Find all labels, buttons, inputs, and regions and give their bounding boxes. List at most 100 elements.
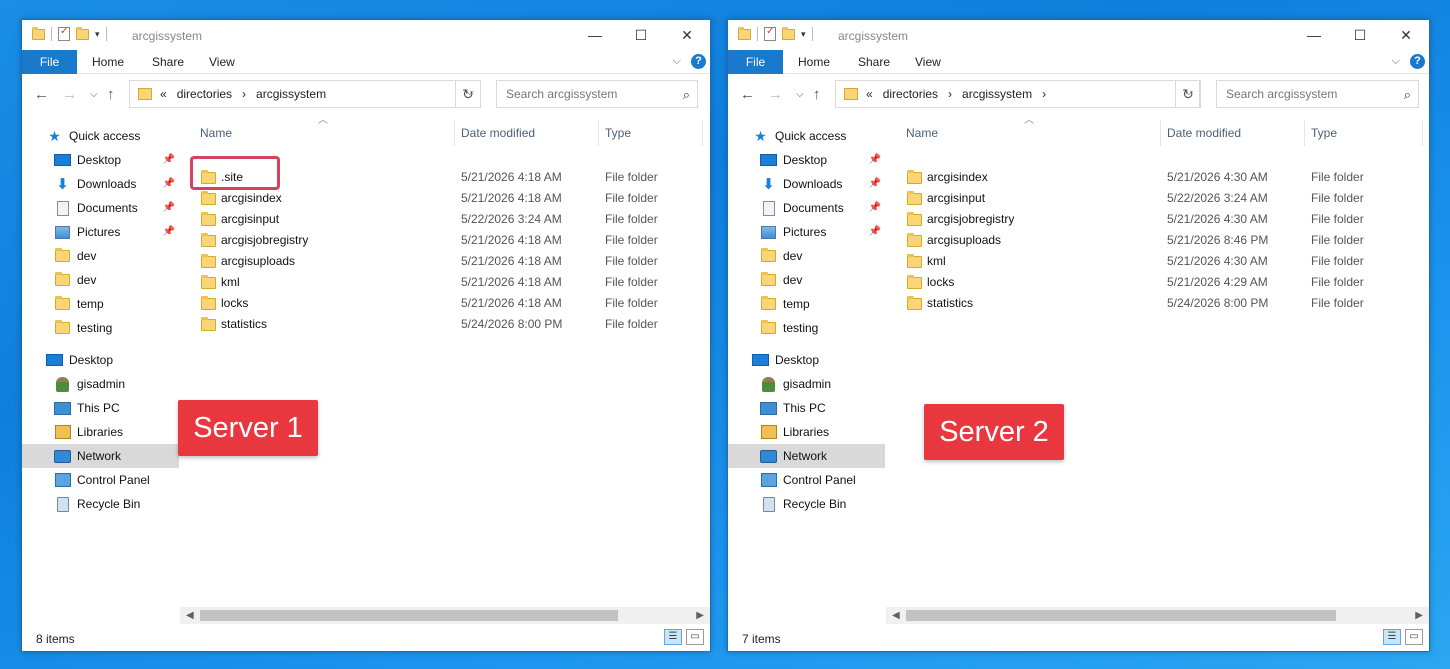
sidebar-item-quick-access[interactable]: ★ Quick access bbox=[22, 124, 179, 148]
sidebar-item-gisadmin[interactable]: gisadmin bbox=[728, 372, 885, 396]
details-view-icon[interactable]: ☰ bbox=[664, 629, 682, 645]
new-folder-icon[interactable] bbox=[76, 26, 89, 40]
large-icons-view-icon[interactable]: ▭ bbox=[1405, 629, 1423, 645]
sidebar-item-gisadmin[interactable]: gisadmin bbox=[22, 372, 179, 396]
sidebar-item-libraries[interactable]: Libraries bbox=[728, 420, 885, 444]
table-row[interactable]: locks 5/21/2026 4:18 AM File folder bbox=[198, 293, 698, 314]
recent-locations-chevron-icon[interactable]: ⌵ bbox=[90, 89, 98, 100]
forward-arrow-icon[interactable]: → bbox=[62, 86, 77, 103]
sidebar-item-desktop[interactable]: Desktop 📌 bbox=[22, 148, 179, 172]
breadcrumb-directories[interactable]: directories bbox=[177, 87, 232, 101]
table-row[interactable]: arcgisuploads 5/21/2026 4:18 AM File folde… bbox=[198, 251, 698, 272]
table-row[interactable]: arcgisjobregistry 5/21/2026 4:18 AM File f… bbox=[198, 230, 698, 251]
breadcrumb-overflow[interactable]: « bbox=[866, 87, 873, 101]
sidebar-item-network[interactable]: Network bbox=[22, 444, 179, 468]
help-icon[interactable]: ? bbox=[1410, 54, 1425, 69]
tab-file[interactable]: File bbox=[22, 50, 77, 74]
tab-view[interactable]: View bbox=[915, 50, 941, 74]
table-row[interactable]: statistics 5/24/2026 8:00 PM File folder bbox=[904, 293, 1404, 314]
column-header-name[interactable]: Name bbox=[906, 120, 938, 146]
search-box[interactable]: ⌕ bbox=[496, 80, 698, 108]
sidebar-item-documents[interactable]: Documents 📌 bbox=[728, 196, 885, 220]
sidebar-item-libraries[interactable]: Libraries bbox=[22, 420, 179, 444]
column-header-type[interactable]: Type bbox=[1311, 120, 1337, 146]
sidebar-item-control-panel[interactable]: Control Panel bbox=[728, 468, 885, 492]
back-arrow-icon[interactable]: ← bbox=[34, 86, 49, 103]
breadcrumb-separator[interactable]: › bbox=[948, 87, 952, 101]
properties-icon[interactable] bbox=[58, 26, 70, 41]
tab-share[interactable]: Share bbox=[152, 50, 184, 74]
breadcrumb-separator[interactable]: › bbox=[242, 87, 246, 101]
sidebar-item-documents[interactable]: Documents 📌 bbox=[22, 196, 179, 220]
column-header-date-modified[interactable]: Date modified bbox=[461, 120, 535, 146]
refresh-button[interactable]: ↻ bbox=[1175, 80, 1201, 108]
sidebar-item-temp[interactable]: temp bbox=[22, 292, 179, 316]
close-button[interactable]: ✕ bbox=[664, 20, 710, 50]
sidebar-item-this-pc[interactable]: This PC bbox=[728, 396, 885, 420]
scrollbar-thumb[interactable] bbox=[200, 610, 618, 621]
minimize-button[interactable]: — bbox=[1291, 20, 1337, 50]
sidebar-item-desktop[interactable]: Desktop bbox=[22, 348, 179, 372]
column-header-type[interactable]: Type bbox=[605, 120, 631, 146]
scroll-right-arrow-icon[interactable]: ▶ bbox=[696, 607, 704, 624]
sidebar-item-desktop[interactable]: Desktop bbox=[728, 348, 885, 372]
help-icon[interactable]: ? bbox=[691, 54, 706, 69]
new-folder-icon[interactable] bbox=[782, 26, 795, 40]
column-header-date-modified[interactable]: Date modified bbox=[1167, 120, 1241, 146]
sidebar-item-dev[interactable]: dev bbox=[728, 268, 885, 292]
forward-arrow-icon[interactable]: → bbox=[768, 86, 783, 103]
column-header-name[interactable]: Name bbox=[200, 120, 232, 146]
breadcrumb-arcgissystem[interactable]: arcgissystem bbox=[256, 87, 326, 101]
scrollbar-thumb[interactable] bbox=[906, 610, 1336, 621]
breadcrumb-overflow[interactable]: « bbox=[160, 87, 167, 101]
sidebar-item-network[interactable]: Network bbox=[728, 444, 885, 468]
sidebar-item-dev[interactable]: dev bbox=[22, 244, 179, 268]
tab-share[interactable]: Share bbox=[858, 50, 890, 74]
sidebar-item-testing[interactable]: testing bbox=[728, 316, 885, 340]
sidebar-item-quick-access[interactable]: ★ Quick access bbox=[728, 124, 885, 148]
title-bar[interactable]: ▾ arcgissystem — ☐ ✕ bbox=[728, 20, 1429, 50]
large-icons-view-icon[interactable]: ▭ bbox=[686, 629, 704, 645]
sidebar-item-this-pc[interactable]: This PC bbox=[22, 396, 179, 420]
minimize-button[interactable]: — bbox=[572, 20, 618, 50]
sidebar-item-dev[interactable]: dev bbox=[728, 244, 885, 268]
sidebar-item-desktop[interactable]: Desktop 📌 bbox=[728, 148, 885, 172]
tab-view[interactable]: View bbox=[209, 50, 235, 74]
maximize-button[interactable]: ☐ bbox=[618, 20, 664, 50]
table-row[interactable]: arcgisindex 5/21/2026 4:18 AM File folder bbox=[198, 188, 698, 209]
sidebar-item-pictures[interactable]: Pictures 📌 bbox=[22, 220, 179, 244]
search-input[interactable] bbox=[1217, 81, 1418, 107]
table-row[interactable]: arcgisindex 5/21/2026 4:30 AM File folder bbox=[904, 167, 1404, 188]
close-button[interactable]: ✕ bbox=[1383, 20, 1429, 50]
up-arrow-icon[interactable]: ↑ bbox=[107, 86, 115, 103]
table-row[interactable]: kml 5/21/2026 4:18 AM File folder bbox=[198, 272, 698, 293]
customize-qat-icon[interactable]: ▾ bbox=[801, 29, 806, 40]
table-row[interactable]: arcgisuploads 5/21/2026 8:46 PM File folde… bbox=[904, 230, 1404, 251]
tab-home[interactable]: Home bbox=[798, 50, 830, 74]
table-row[interactable]: arcgisinput 5/22/2026 3:24 AM File folder bbox=[198, 209, 698, 230]
tab-file[interactable]: File bbox=[728, 50, 783, 74]
search-input[interactable] bbox=[497, 81, 697, 107]
up-arrow-icon[interactable]: ↑ bbox=[813, 86, 821, 103]
breadcrumb-separator[interactable]: › bbox=[1042, 87, 1046, 101]
expand-ribbon-icon[interactable]: ⌵ bbox=[1392, 55, 1400, 68]
table-row[interactable]: locks 5/21/2026 4:29 AM File folder bbox=[904, 272, 1404, 293]
breadcrumb-arcgissystem[interactable]: arcgissystem bbox=[962, 87, 1032, 101]
expand-ribbon-icon[interactable]: ⌵ bbox=[673, 55, 681, 68]
details-view-icon[interactable]: ☰ bbox=[1383, 629, 1401, 645]
sidebar-item-recycle-bin[interactable]: Recycle Bin bbox=[728, 492, 885, 516]
maximize-button[interactable]: ☐ bbox=[1337, 20, 1383, 50]
properties-icon[interactable] bbox=[764, 26, 776, 41]
sidebar-item-control-panel[interactable]: Control Panel bbox=[22, 468, 179, 492]
search-box[interactable]: ⌕ bbox=[1216, 80, 1419, 108]
table-row[interactable]: arcgisinput 5/22/2026 3:24 AM File folder bbox=[904, 188, 1404, 209]
horizontal-scrollbar[interactable]: ◀ ▶ bbox=[180, 607, 710, 624]
tab-home[interactable]: Home bbox=[92, 50, 124, 74]
sidebar-item-recycle-bin[interactable]: Recycle Bin bbox=[22, 492, 179, 516]
title-bar[interactable]: ▾ arcgissystem — ☐ ✕ bbox=[22, 20, 710, 50]
address-bar[interactable]: « directories › arcgissystem ⌵ bbox=[129, 80, 481, 108]
table-row[interactable]: kml 5/21/2026 4:30 AM File folder bbox=[904, 251, 1404, 272]
address-bar[interactable]: « directories › arcgissystem › ⌵ bbox=[835, 80, 1200, 108]
sidebar-item-dev[interactable]: dev bbox=[22, 268, 179, 292]
recent-locations-chevron-icon[interactable]: ⌵ bbox=[796, 89, 804, 100]
